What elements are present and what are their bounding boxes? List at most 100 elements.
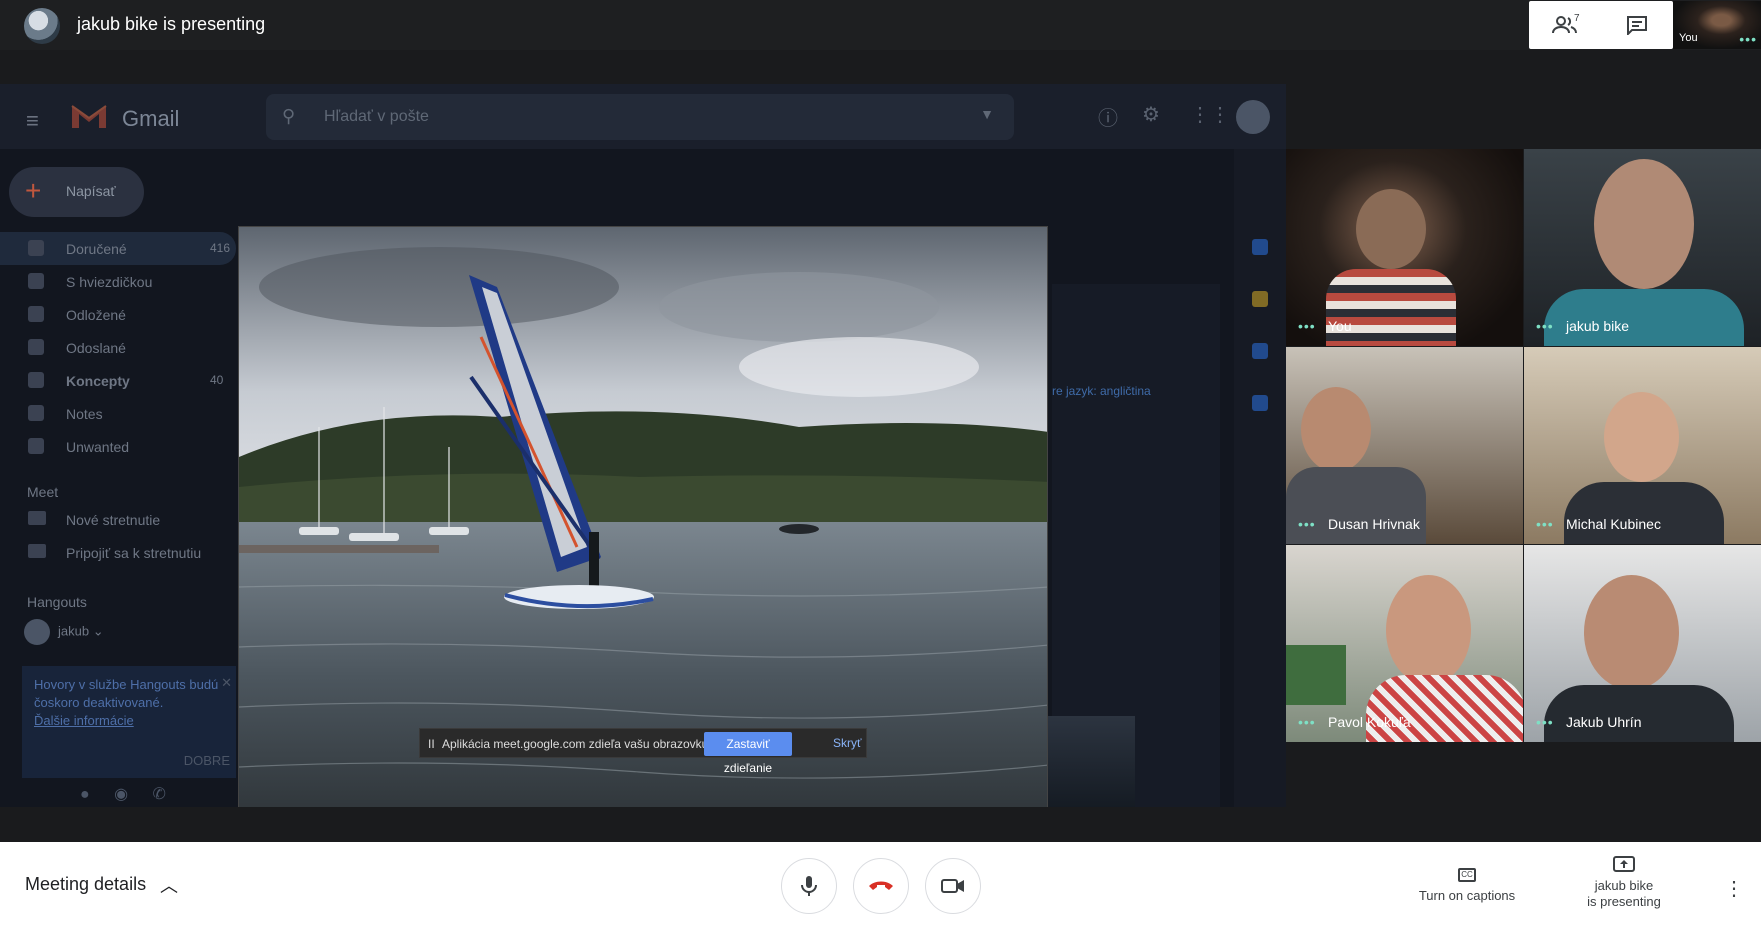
participant-shirt [1326, 269, 1456, 346]
participant-video [1584, 575, 1679, 690]
participant-more-icon[interactable]: ••• [1536, 318, 1554, 334]
top-bar: jakub bike is presenting 7 You ••• [0, 0, 1761, 50]
gmail-nav: Doručené 416 S hviezdičkou Odložené Odosl… [0, 232, 236, 463]
gmail-menu-icon: ≡ [26, 108, 39, 133]
participant-video [1301, 387, 1371, 472]
presenting-label-line2: is presenting [1587, 894, 1661, 909]
close-icon: ✕ [221, 675, 232, 690]
chat-icon [1627, 16, 1647, 35]
participant-more-icon[interactable]: ••• [1298, 516, 1316, 532]
gmail-meet-label: Nové stretnutie [66, 512, 161, 528]
participant-name: jakub bike [1566, 318, 1630, 334]
bottom-bar: Meeting details ︿ CC Turn on captions ja… [0, 842, 1761, 930]
presenting-button[interactable]: jakub bike is presenting [1574, 856, 1674, 910]
gmail-hangouts-user-name: jakub [58, 623, 90, 639]
participant-tile[interactable]: ••• Jakub Uhrín [1524, 545, 1761, 742]
gmail-app-name: Gmail [122, 106, 180, 131]
self-view-label: You [1679, 32, 1698, 44]
search-icon: ⚲ [282, 106, 296, 126]
gmail-bottom-icons: ● ◉ ✆ [80, 784, 166, 804]
gmail-header: ≡ Gmail ⚲ Hľadať v pošte ▼ ⓘ ⚙ ⋮⋮ [0, 84, 1286, 149]
chevron-up-icon[interactable]: ︿ [160, 872, 178, 898]
presenter-avatar [24, 8, 60, 44]
presenting-title: jakub bike is presenting [77, 14, 266, 34]
meeting-details-button[interactable]: Meeting details [25, 874, 146, 895]
gmail-nav-label: Unwanted [66, 439, 130, 455]
gmail-search-box: ⚲ Hľadať v pošte ▼ [266, 94, 1014, 140]
gmail-nav-label: Odoslané [66, 340, 126, 356]
participant-video [1604, 392, 1679, 482]
more-options-icon[interactable]: ⋮ [1724, 876, 1744, 901]
calendar-icon [1252, 239, 1268, 255]
chat-button[interactable] [1601, 1, 1673, 49]
gmail-nav-label: Koncepty [66, 373, 130, 389]
screen-share-notice: II Aplikácia meet.google.com zdieľa vašu… [419, 728, 867, 775]
participant-shirt [1286, 467, 1426, 544]
apps-grid-icon: ⋮⋮ [1190, 104, 1230, 126]
meet-window: jakub bike is presenting 7 You ••• ≡ Gma… [0, 0, 1761, 930]
presenting-label-line1: jakub bike [1594, 878, 1654, 893]
participant-video [1386, 575, 1471, 685]
gmail-account-avatar [1236, 100, 1270, 134]
gmail-meet-item: Nové stretnutie [0, 503, 236, 536]
gmail-meet-heading: Meet [27, 484, 59, 500]
video-icon [28, 511, 46, 525]
gmail-hangouts-heading: Hangouts [27, 594, 87, 610]
captions-button[interactable]: CC Turn on captions [1412, 864, 1522, 904]
participant-more-icon[interactable]: ••• [1536, 714, 1554, 730]
stop-sharing-button[interactable]: Zastaviť zdieľanie [704, 732, 792, 775]
video-camera-icon [941, 879, 964, 893]
keyboard-icon [28, 544, 46, 558]
gmail-nav-label: Odložené [66, 307, 126, 323]
people-button[interactable]: 7 [1529, 1, 1601, 49]
top-actions: 7 [1529, 1, 1673, 49]
gmail-nav-item: S hviezdičkou [0, 265, 236, 298]
participant-name: You [1328, 318, 1352, 334]
avatar [24, 619, 50, 645]
gmail-search-placeholder: Hľadať v pošte [324, 108, 429, 125]
participant-more-icon[interactable]: ••• [1298, 714, 1316, 730]
gmail-nav-item: Odoslané [0, 331, 236, 364]
participant-shirt [1564, 482, 1724, 544]
participant-tile[interactable]: ••• Dusan Hrivnak [1286, 347, 1523, 544]
contacts-icon [1252, 395, 1268, 411]
person-icon: ● [80, 786, 90, 803]
participant-tile[interactable]: ••• jakub bike [1524, 149, 1761, 346]
plus-icon: + [25, 175, 42, 206]
gmail-nav-item: Unwanted [0, 430, 236, 463]
label-icon [28, 438, 44, 454]
shared-screen: ≡ Gmail ⚲ Hľadať v pošte ▼ ⓘ ⚙ ⋮⋮ + Napí… [0, 84, 1286, 807]
camera-button[interactable] [925, 858, 981, 914]
gmail-nav-item: Doručené 416 [0, 232, 236, 265]
gmail-nav-item: Odložené [0, 298, 236, 331]
hide-notice-link[interactable]: Skryť [833, 736, 862, 750]
gmail-meet-item: Pripojiť sa k stretnutiu [0, 536, 236, 569]
gmail-nav-label: S hviezdičkou [66, 274, 153, 290]
gmail-nav-item: Koncepty 40 [0, 364, 236, 397]
participant-name: Jakub Uhrín [1566, 714, 1642, 730]
participant-more-icon[interactable]: ••• [1536, 516, 1554, 532]
tasks-icon [1252, 343, 1268, 359]
star-icon [28, 273, 44, 289]
help-icon: ⓘ [1098, 108, 1118, 130]
send-icon [28, 339, 44, 355]
participant-tile[interactable]: ••• Pavol Kokuľa [1286, 545, 1523, 742]
gmail-hangouts-user: jakub ⌄ [24, 619, 104, 645]
participant-tile[interactable]: ••• You [1286, 149, 1523, 346]
participant-name: Pavol Kokuľa [1328, 714, 1411, 730]
captions-label: Turn on captions [1418, 888, 1516, 903]
microphone-button[interactable] [781, 858, 837, 914]
leave-call-button[interactable] [853, 858, 909, 914]
self-view-more-icon[interactable]: ••• [1739, 31, 1757, 47]
self-view-thumbnail[interactable]: You ••• [1673, 1, 1761, 49]
caret-down-icon: ▼ [980, 106, 994, 122]
phone-icon: ✆ [152, 786, 166, 803]
gmail-hangouts-notice: ✕ Hovory v službe Hangouts budú čoskoro … [22, 666, 236, 778]
participant-tile[interactable]: ••• Michal Kubinec [1524, 347, 1761, 544]
gmail-notice-text: Hovory v službe Hangouts budú čoskoro de… [34, 677, 219, 710]
participant-video [1594, 159, 1694, 289]
gmail-meet-label: Pripojiť sa k stretnutiu [66, 545, 202, 561]
participant-video [1356, 189, 1426, 269]
participant-name: Michal Kubinec [1566, 516, 1661, 532]
participant-more-icon[interactable]: ••• [1298, 318, 1316, 334]
